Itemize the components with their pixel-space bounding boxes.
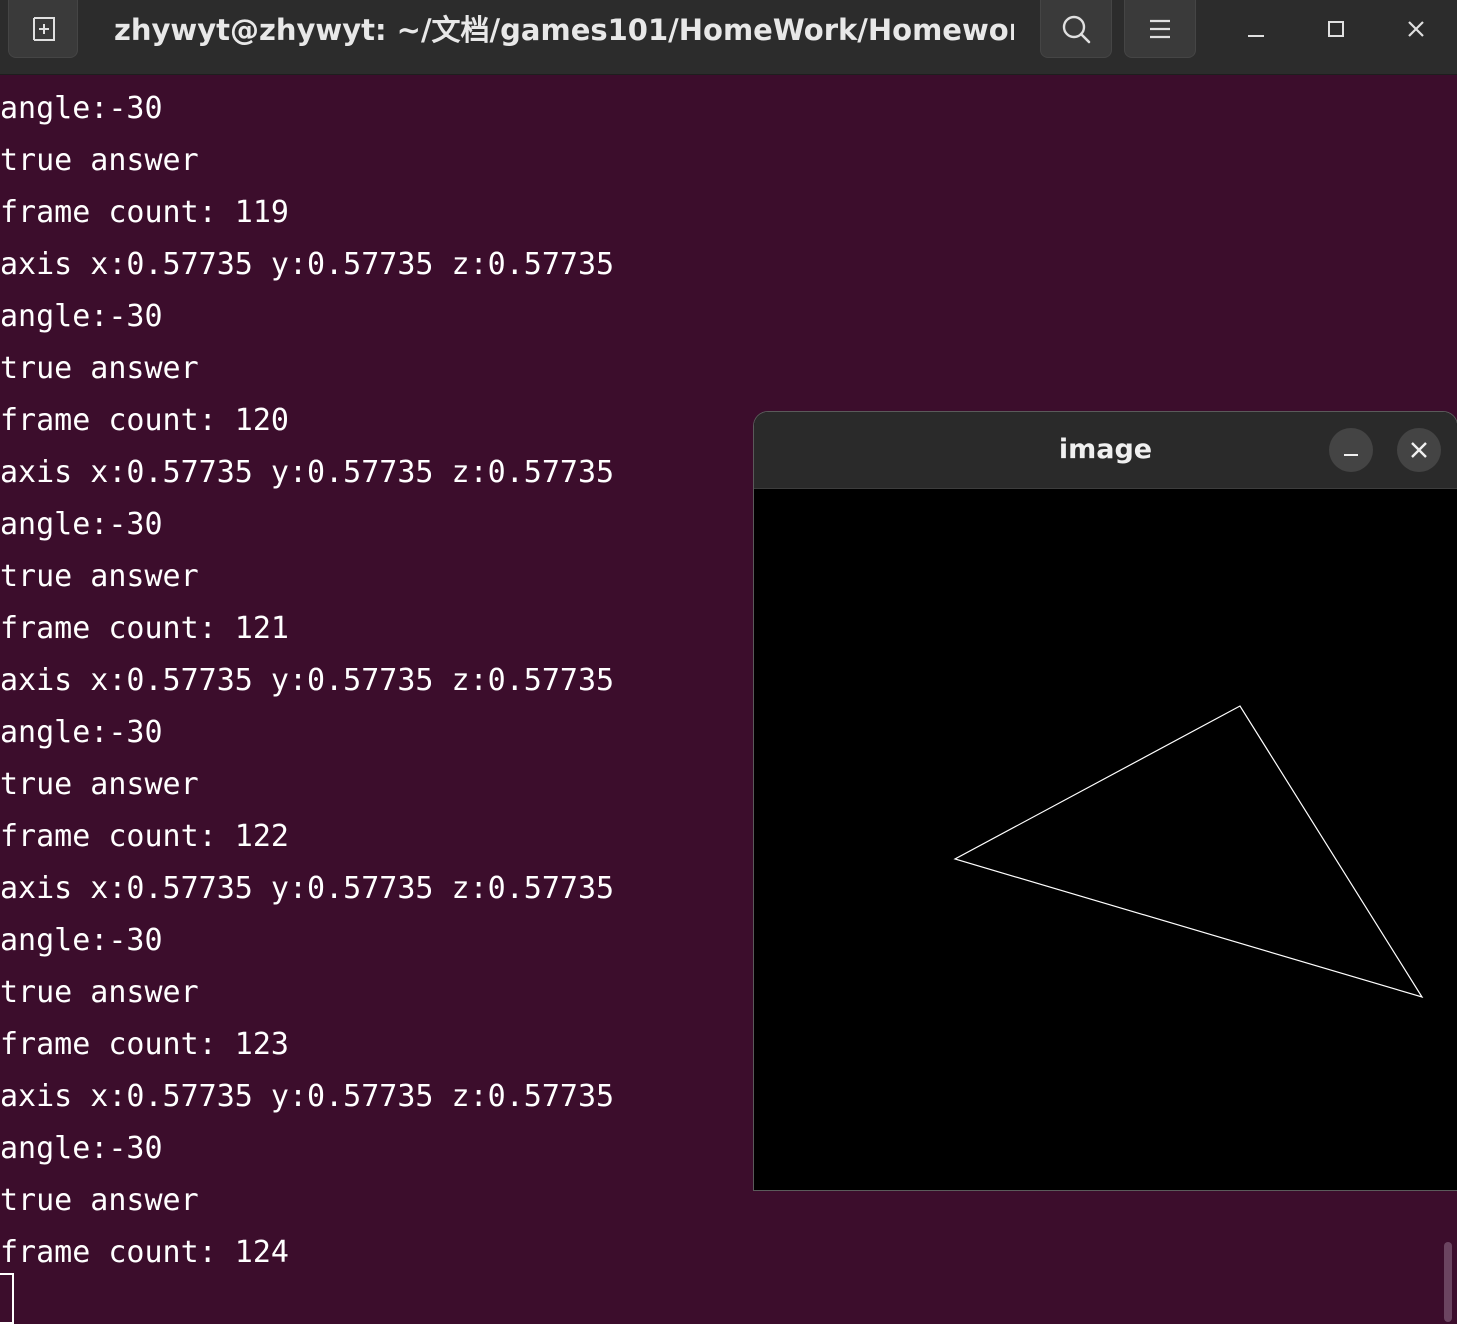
new-tab-button[interactable] xyxy=(8,0,78,58)
terminal-line: angle:-30 xyxy=(0,1131,163,1166)
terminal-output[interactable]: angle:-30 true answer frame count: 119 axis… xyxy=(0,83,760,1283)
image-close-button[interactable] xyxy=(1397,428,1441,472)
search-button[interactable] xyxy=(1040,0,1112,58)
terminal-line: angle:-30 xyxy=(0,507,163,542)
terminal-line: frame count: 120 xyxy=(0,403,289,438)
terminal-line: frame count: 122 xyxy=(0,819,289,854)
new-tab-icon xyxy=(33,16,55,41)
window-title: zhywyt@zhywyt: ~/文档/games101/HomeWork/Ho… xyxy=(114,13,1014,47)
terminal-line: angle:-30 xyxy=(0,91,163,126)
terminal-line: true answer xyxy=(0,1183,199,1218)
rendered-triangle-canvas xyxy=(953,705,1424,999)
minimize-button[interactable] xyxy=(1236,10,1276,48)
terminal-line: axis x:0.57735 y:0.57735 z:0.57735 xyxy=(0,455,615,490)
terminal-line: frame count: 119 xyxy=(0,195,289,230)
minimize-icon xyxy=(1248,35,1264,37)
minimize-icon xyxy=(1344,454,1358,456)
image-window-titlebar[interactable]: image xyxy=(754,412,1457,489)
terminal-line: frame count: 123 xyxy=(0,1027,289,1062)
terminal-line: axis x:0.57735 y:0.57735 z:0.57735 xyxy=(0,247,615,282)
terminal-line: angle:-30 xyxy=(0,923,163,958)
rendered-triangle xyxy=(953,705,1424,999)
terminal-line: frame count: 121 xyxy=(0,611,289,646)
image-window[interactable]: image xyxy=(754,412,1457,1190)
close-icon xyxy=(1408,21,1424,37)
terminal-cursor xyxy=(0,1273,14,1324)
terminal-line: frame count: 124 xyxy=(0,1235,289,1270)
menu-button[interactable] xyxy=(1124,0,1196,58)
maximize-icon xyxy=(1328,21,1344,37)
terminal-line: true answer xyxy=(0,975,199,1010)
terminal-line: true answer xyxy=(0,143,199,178)
close-icon xyxy=(1411,442,1427,458)
hamburger-menu-icon xyxy=(1150,19,1170,38)
maximize-button[interactable] xyxy=(1316,10,1356,48)
close-button[interactable] xyxy=(1396,10,1436,48)
terminal-line: axis x:0.57735 y:0.57735 z:0.57735 xyxy=(0,663,615,698)
image-minimize-button[interactable] xyxy=(1329,428,1373,472)
terminal-titlebar: zhywyt@zhywyt: ~/文档/games101/HomeWork/Ho… xyxy=(0,0,1457,75)
terminal-line: true answer xyxy=(0,351,199,386)
search-icon xyxy=(1062,15,1091,43)
terminal-line: true answer xyxy=(0,767,199,802)
render-canvas xyxy=(754,489,1457,1190)
terminal-line: angle:-30 xyxy=(0,715,163,750)
terminal-scrollbar[interactable] xyxy=(1444,1242,1452,1322)
terminal-line: angle:-30 xyxy=(0,299,163,334)
terminal-line: true answer xyxy=(0,559,199,594)
terminal-line: axis x:0.57735 y:0.57735 z:0.57735 xyxy=(0,871,615,906)
terminal-line: axis x:0.57735 y:0.57735 z:0.57735 xyxy=(0,1079,615,1114)
